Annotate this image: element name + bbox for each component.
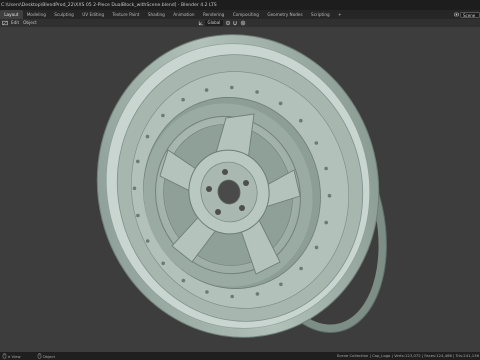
menu-edit[interactable]: Edit bbox=[9, 19, 21, 27]
lip-bolt bbox=[181, 97, 185, 102]
tab-uv-editing[interactable]: UV Editing bbox=[78, 10, 108, 19]
lip-bolt bbox=[324, 220, 329, 225]
tab-layout[interactable]: Layout bbox=[0, 10, 23, 19]
transform-orientation-icon bbox=[198, 21, 203, 26]
workspace-tab-bar: Layout Modeling Sculpting UV Editing Tex… bbox=[0, 10, 480, 19]
viewport-header: Edit Object Global bbox=[0, 19, 480, 27]
pivot-icon[interactable] bbox=[225, 20, 231, 26]
snap-icon[interactable] bbox=[232, 20, 238, 26]
viewport-canvas[interactable] bbox=[0, 27, 480, 352]
mouse-icon bbox=[37, 353, 41, 359]
scene-selector[interactable]: Scene bbox=[454, 11, 480, 18]
lip-bolt bbox=[255, 292, 260, 296]
mouse-icon bbox=[2, 353, 7, 359]
3d-viewport[interactable] bbox=[0, 27, 480, 352]
scene-statistics: Scene Collection | Cap_Logo | Verts:123,… bbox=[336, 353, 479, 358]
tab-animation[interactable]: Animation bbox=[169, 10, 199, 19]
tab-texture-paint[interactable]: Texture Paint bbox=[108, 10, 143, 19]
status-view-hint: e View bbox=[8, 353, 21, 359]
lip-bolt bbox=[145, 239, 150, 243]
tab-sculpting[interactable]: Sculpting bbox=[50, 10, 78, 19]
tab-geometry-nodes[interactable]: Geometry Nodes bbox=[263, 10, 307, 19]
orientation-dropdown[interactable]: Global bbox=[204, 20, 224, 26]
proportional-icon[interactable] bbox=[240, 20, 246, 26]
lip-bolt bbox=[136, 213, 140, 218]
tab-rendering[interactable]: Rendering bbox=[199, 10, 229, 19]
transform-orientation[interactable]: Global bbox=[196, 20, 246, 26]
lip-bolt bbox=[181, 278, 186, 283]
lip-bolt bbox=[132, 186, 137, 191]
lip-bolt bbox=[314, 141, 319, 145]
status-object-hint: Object bbox=[42, 353, 55, 359]
tab-scripting[interactable]: Scripting bbox=[307, 10, 334, 19]
lip-bolt bbox=[327, 193, 332, 198]
editor-type-icon[interactable] bbox=[2, 20, 8, 26]
window-title-bar: C:\Users\Desktop\BlendProd_22\XXS 05 2-P… bbox=[0, 0, 480, 10]
menu-object[interactable]: Object bbox=[21, 19, 39, 27]
lip-bolt bbox=[279, 282, 283, 287]
lip-bolt bbox=[204, 88, 209, 92]
tab-compositing[interactable]: Compositing bbox=[229, 10, 264, 19]
tab-modeling[interactable]: Modeling bbox=[23, 10, 50, 19]
scene-name-field[interactable]: Scene bbox=[460, 11, 480, 18]
lip-bolt bbox=[161, 113, 165, 118]
lip-bolt bbox=[255, 90, 259, 94]
scene-icon bbox=[454, 12, 459, 17]
lip-bolt bbox=[314, 245, 319, 250]
lip-bolt bbox=[299, 266, 303, 271]
lip-bolt bbox=[230, 294, 234, 299]
window-title: C:\Users\Desktop\BlendProd_22\XXS 05 2-P… bbox=[1, 2, 217, 8]
lip-bolt bbox=[278, 101, 283, 106]
lip-bolt bbox=[205, 290, 209, 294]
lip-bolt bbox=[299, 118, 303, 123]
lip-bolt bbox=[324, 166, 328, 171]
lip-bolt bbox=[161, 261, 165, 266]
tab-shading[interactable]: Shading bbox=[144, 10, 169, 19]
add-workspace-button[interactable]: + bbox=[334, 10, 346, 19]
status-left: e View Object bbox=[0, 353, 55, 359]
lip-bolt bbox=[230, 85, 234, 90]
lip-bolt bbox=[136, 159, 140, 164]
status-bar: e View Object Scene Collection | Cap_Log… bbox=[0, 352, 480, 360]
lip-bolt bbox=[145, 134, 150, 139]
